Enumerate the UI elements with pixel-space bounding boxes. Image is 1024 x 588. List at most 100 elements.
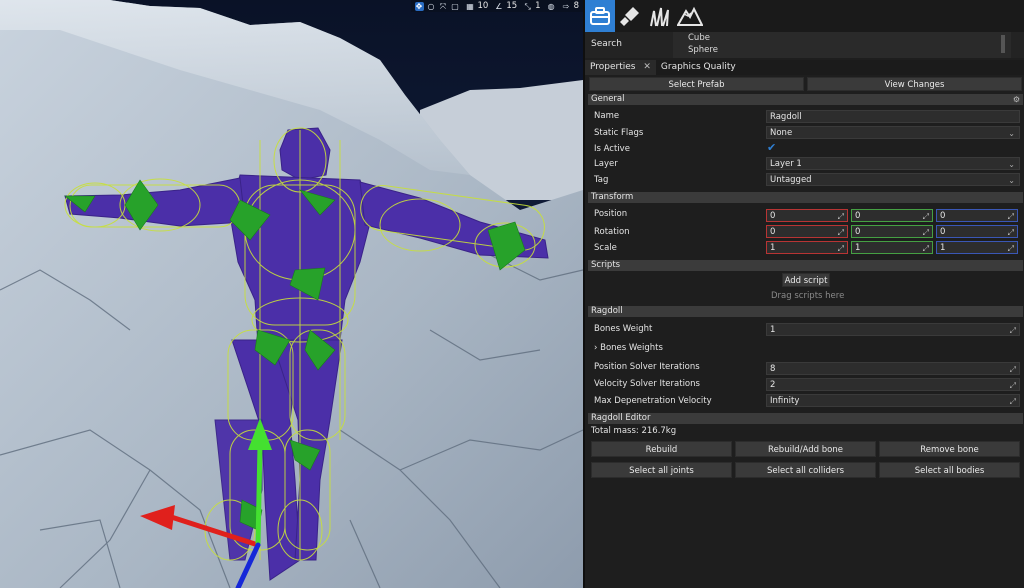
grid-icon: ▦ xyxy=(466,1,474,11)
paint-icon xyxy=(620,7,639,26)
tab-properties-label: Properties xyxy=(590,62,636,72)
local-space-icon[interactable]: ▢ xyxy=(451,2,460,11)
position-iterations-field[interactable]: 8 ⤢ xyxy=(766,362,1020,375)
scale-snap[interactable]: ⤡ 1 xyxy=(523,1,540,11)
velocity-iterations-field[interactable]: 2 ⤢ xyxy=(766,378,1020,391)
rotation-y-field[interactable]: 0 ⤢ xyxy=(851,225,933,238)
scale-x-value: 1 xyxy=(770,243,776,253)
camera-speed[interactable]: ⇨ 8 xyxy=(562,1,579,11)
select-all-colliders-button[interactable]: Select all colliders xyxy=(735,462,876,478)
bones-weights-foldout[interactable]: › Bones Weights xyxy=(594,343,663,353)
select-prefab-button[interactable]: Select Prefab xyxy=(589,77,804,91)
tab-properties[interactable]: Properties ✕ xyxy=(585,60,656,75)
search-result-item[interactable]: Sphere xyxy=(688,45,718,55)
name-label: Name xyxy=(594,111,620,121)
section-general[interactable]: General ⚙ xyxy=(588,94,1023,105)
scene-render xyxy=(0,0,583,588)
tab-foliage[interactable] xyxy=(645,0,675,32)
section-scripts[interactable]: Scripts xyxy=(588,260,1023,271)
section-ragdoll-editor-title: Ragdoll Editor xyxy=(591,413,651,423)
bones-weight-field[interactable]: 1 ⤢ xyxy=(766,323,1020,336)
add-script-button[interactable]: Add script xyxy=(782,273,830,287)
tab-terrain[interactable] xyxy=(675,0,705,32)
rotation-z-field[interactable]: 0 ⤢ xyxy=(936,225,1018,238)
tool-tabs xyxy=(585,0,1024,32)
resize-icon: ⤢ xyxy=(837,228,844,237)
resize-icon: ⤢ xyxy=(1009,397,1016,406)
tab-graphics-quality[interactable]: Graphics Quality xyxy=(656,60,741,75)
position-label: Position xyxy=(594,209,628,219)
layer-value: Layer 1 xyxy=(770,159,802,169)
scale-snap-value: 1 xyxy=(535,1,541,11)
position-z-field[interactable]: 0 ⤢ xyxy=(936,209,1018,222)
section-transform[interactable]: Transform xyxy=(588,192,1023,203)
scale-z-field[interactable]: 1 ⤢ xyxy=(936,241,1018,254)
max-depenetration-value: Infinity xyxy=(770,396,800,406)
rebuild-button[interactable]: Rebuild xyxy=(591,441,732,457)
section-general-title: General xyxy=(591,94,625,104)
is-active-checkbox[interactable]: ✔ xyxy=(767,142,779,154)
chevron-down-icon: ⌄ xyxy=(1008,160,1015,169)
tab-toolbox[interactable] xyxy=(585,0,615,32)
section-ragdoll-editor[interactable]: Ragdoll Editor xyxy=(588,413,1023,424)
tab-paint[interactable] xyxy=(615,0,645,32)
rotation-y-value: 0 xyxy=(855,227,861,237)
static-flags-value: None xyxy=(770,128,793,138)
max-depenetration-label: Max Depenetration Velocity xyxy=(594,396,712,406)
scale-snap-icon: ⤡ xyxy=(524,1,531,11)
bones-weight-label: Bones Weight xyxy=(594,324,653,334)
search-results-list[interactable]: Cube Sphere xyxy=(673,32,1011,58)
select-all-joints-button[interactable]: Select all joints xyxy=(591,462,732,478)
resize-icon: ⤢ xyxy=(922,212,929,221)
angle-snap-value: 15 xyxy=(506,1,518,11)
globe-icon: ◍ xyxy=(547,1,555,11)
section-transform-title: Transform xyxy=(591,192,634,202)
position-y-field[interactable]: 0 ⤢ xyxy=(851,209,933,222)
layer-label: Layer xyxy=(594,159,618,169)
max-depenetration-field[interactable]: Infinity ⤢ xyxy=(766,394,1020,407)
view-mode[interactable]: ◍ xyxy=(547,2,556,11)
rotate-gizmo-icon[interactable]: ○ xyxy=(427,2,436,11)
layer-dropdown[interactable]: Layer 1 ⌄ xyxy=(766,157,1020,170)
grid-snap[interactable]: ▦ 10 xyxy=(466,1,489,11)
gear-icon[interactable]: ⚙ xyxy=(1013,94,1020,105)
scale-label: Scale xyxy=(594,243,617,253)
chevron-right-icon: › xyxy=(594,343,598,353)
angle-snap[interactable]: ∠ 15 xyxy=(494,1,517,11)
resize-icon: ⤢ xyxy=(1009,381,1016,390)
section-ragdoll[interactable]: Ragdoll xyxy=(588,306,1023,317)
rotation-x-field[interactable]: 0 ⤢ xyxy=(766,225,848,238)
scene-viewport[interactable]: ✥ ○ ⤧ ▢ ▦ 10 ∠ 15 ⤡ 1 ◍ ⇨ 8 xyxy=(0,0,583,588)
position-x-value: 0 xyxy=(770,211,776,221)
tag-dropdown[interactable]: Untagged ⌄ xyxy=(766,173,1020,186)
static-flags-dropdown[interactable]: None ⌄ xyxy=(766,126,1020,139)
is-active-label: Is Active xyxy=(594,144,630,154)
resize-icon: ⤢ xyxy=(1007,212,1014,221)
static-flags-label: Static Flags xyxy=(594,128,644,138)
view-changes-button[interactable]: View Changes xyxy=(807,77,1022,91)
velocity-iterations-value: 2 xyxy=(770,380,776,390)
position-iterations-label: Position Solver Iterations xyxy=(594,362,700,372)
scale-z-value: 1 xyxy=(940,243,946,253)
total-mass-text: Total mass: 216.7kg xyxy=(591,426,677,436)
scale-y-field[interactable]: 1 ⤢ xyxy=(851,241,933,254)
remove-bone-button[interactable]: Remove bone xyxy=(879,441,1020,457)
name-field[interactable]: Ragdoll xyxy=(766,110,1020,123)
resize-icon: ⤢ xyxy=(1009,326,1016,335)
position-x-field[interactable]: 0 ⤢ xyxy=(766,209,848,222)
grid-snap-value: 10 xyxy=(477,1,489,11)
viewport-toolbar: ✥ ○ ⤧ ▢ ▦ 10 ∠ 15 ⤡ 1 ◍ ⇨ 8 xyxy=(410,0,583,12)
scale-gizmo-icon[interactable]: ⤧ xyxy=(439,2,448,11)
chevron-down-icon: ⌄ xyxy=(1008,129,1015,138)
scale-x-field[interactable]: 1 ⤢ xyxy=(766,241,848,254)
search-result-item[interactable]: Cube xyxy=(688,33,710,43)
position-z-value: 0 xyxy=(940,211,946,221)
rebuild-add-bone-button[interactable]: Rebuild/Add bone xyxy=(735,441,876,457)
resize-icon: ⤢ xyxy=(1009,365,1016,374)
bones-weights-label: Bones Weights xyxy=(600,343,663,353)
translate-gizmo-icon[interactable]: ✥ xyxy=(414,1,424,11)
close-icon[interactable]: ✕ xyxy=(643,62,651,72)
select-all-bodies-button[interactable]: Select all bodies xyxy=(879,462,1020,478)
position-y-value: 0 xyxy=(855,211,861,221)
search-scrollbar[interactable] xyxy=(1001,35,1005,53)
